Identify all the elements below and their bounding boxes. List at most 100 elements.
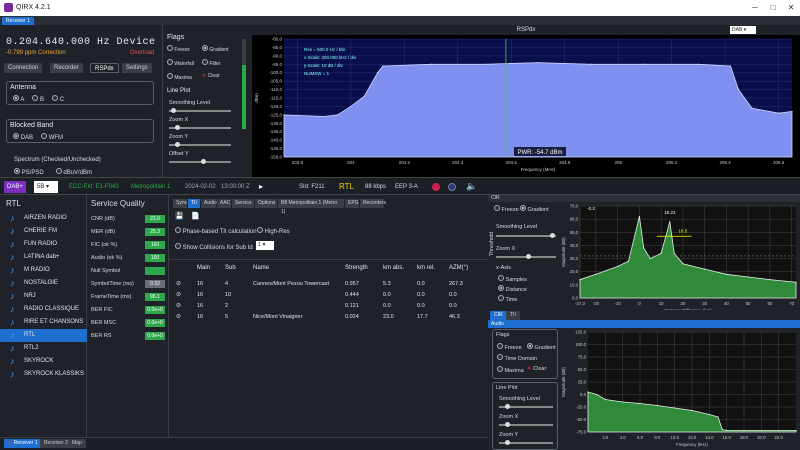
audio-gradient[interactable]: Gradient — [527, 343, 556, 351]
row-check-icon[interactable]: ⊘ — [176, 302, 181, 309]
cir-gradient[interactable]: Gradient — [520, 205, 549, 213]
spectrum-mode-ps[interactable]: PS/PSD — [14, 168, 44, 176]
tii-tab[interactable]: TII — [188, 199, 200, 208]
tii-tab[interactable]: Service — [232, 199, 254, 208]
tii-col-header[interactable]: AZM(°) — [449, 265, 468, 271]
tii-col-header[interactable]: km abs. — [383, 265, 404, 271]
station-item[interactable]: ♪ NOSTALGIE — [0, 277, 87, 290]
ppm-correction[interactable]: -0.799 ppm Correction — [6, 50, 66, 56]
tii-col-header[interactable]: Strength — [345, 265, 368, 271]
cir-axis-time[interactable]: Time — [498, 295, 517, 303]
tii-col-header[interactable]: km rel. — [417, 265, 435, 271]
copy-icon[interactable]: 📄 — [191, 212, 201, 220]
station-item[interactable]: ♪ SKYROCK KLASSIKS — [0, 368, 87, 381]
spectrum-dropdown[interactable]: DAB ▾ — [730, 26, 756, 34]
audio-smoothing-slider[interactable] — [499, 404, 553, 409]
audio-zoomy-slider[interactable] — [499, 440, 553, 445]
tii-tab[interactable]: Sync — [173, 199, 187, 208]
tii-tab[interactable]: EPG — [345, 199, 359, 208]
row-check-icon[interactable]: ⊘ — [176, 313, 181, 320]
row-check-icon[interactable]: ⊘ — [176, 280, 181, 287]
tab-cir[interactable]: CIR — [490, 311, 507, 320]
flag-gradient[interactable]: Gradient — [202, 45, 237, 53]
station-item[interactable]: ♪ RTL — [0, 329, 87, 342]
audio-freeze[interactable]: Freeze — [497, 343, 522, 351]
row-check-icon[interactable]: ⊘ — [176, 291, 181, 298]
station-item[interactable]: ♪ RADIO CLASSIQUE — [0, 303, 87, 316]
stop-icon[interactable] — [448, 183, 456, 191]
flag-freeze[interactable]: Freeze — [167, 45, 202, 53]
flag-waterfall[interactable]: Waterfall — [167, 59, 202, 67]
channel-select[interactable]: 5B ▾ — [34, 181, 58, 193]
tab-receiver-1[interactable]: Receiver 1 — [2, 17, 34, 25]
tab-settings[interactable]: Settings — [122, 63, 152, 73]
tii-tab[interactable]: AAC — [217, 199, 231, 208]
station-item[interactable]: ♪ RIRE ET CHANSONS — [0, 316, 87, 329]
station-item[interactable]: ♪ AIRZEN RADIO — [0, 212, 87, 225]
collisions-option[interactable]: Show Collisions for Sub Id — [175, 243, 253, 251]
antenna-option-a[interactable]: A — [13, 95, 24, 103]
station-item[interactable]: ♪ SKYROCK — [0, 355, 87, 368]
tii-col-header[interactable]: Main — [197, 265, 210, 271]
blocked-band-dab[interactable]: DAB — [13, 133, 33, 141]
cir-smoothing-slider[interactable] — [496, 233, 556, 238]
cir-chart[interactable]: 70,0 60,0 50,0 40,0 30,0 20,0 10,0 0,0-27,3 -20 -… — [560, 202, 800, 310]
station-item[interactable]: ♪ CHERIE FM — [0, 225, 87, 238]
antenna-option-b[interactable]: B — [32, 95, 44, 103]
x-tick-label: 10 — [659, 301, 664, 306]
flag-maxima[interactable]: Maxima — [167, 73, 202, 81]
station-item[interactable]: ♪ M RADIO — [0, 264, 87, 277]
highres-option[interactable]: High-Res — [257, 227, 290, 235]
x-tick-label: 4.0 — [620, 435, 627, 440]
phase-option[interactable]: Phase-based TII calculation — [175, 227, 257, 235]
x-tick-label: 2.0 — [602, 435, 609, 440]
maximize-button[interactable]: □ — [766, 2, 780, 14]
tii-col-header[interactable]: Name — [253, 265, 269, 271]
station-item[interactable]: ♪ LATINA dab+ — [0, 251, 87, 264]
flag-filter[interactable]: Filter — [202, 59, 237, 67]
station-item[interactable]: ♪ NRJ — [0, 290, 87, 303]
spectrum-chart[interactable]: -80,0 -85,0 -90,0 -95,0 -100,0 -105,0 -110,0 -1… — [252, 35, 800, 177]
speaker-icon[interactable]: 🔈 — [466, 181, 477, 192]
tab-connection[interactable]: Connection — [4, 63, 43, 73]
zoomy-slider[interactable] — [169, 142, 231, 147]
tii-tab[interactable]: Recorders — [360, 199, 386, 208]
cir-axis-distance[interactable]: Distance — [498, 285, 527, 293]
tab-recorder[interactable]: Recorder — [50, 63, 83, 73]
station-list-title: RTL — [6, 199, 21, 208]
tii-tab[interactable]: Audio — [201, 199, 217, 208]
mode-badge[interactable]: DAB+ — [4, 181, 26, 193]
collision-select[interactable]: 1 ▾ — [256, 241, 274, 250]
spectrum-mode-dbuv[interactable]: dBuV/dBm — [55, 168, 92, 176]
tab-rspdx[interactable]: RSPdx — [90, 63, 119, 73]
audio-zoomx-slider[interactable] — [499, 422, 553, 427]
record-icon[interactable] — [432, 183, 440, 191]
prev-button[interactable]: ▸ — [256, 181, 266, 193]
cir-freeze[interactable]: Freeze — [494, 205, 519, 213]
audio-clear[interactable]: ✕ Clear — [527, 366, 546, 372]
minimize-button[interactable]: ─ — [748, 2, 762, 14]
audio-time-domain[interactable]: Time Domain — [497, 354, 537, 362]
audio-maxima[interactable]: Maxima — [497, 366, 524, 374]
tab-bottom-map[interactable]: Map — [68, 439, 86, 448]
tii-col-header[interactable]: Sub — [225, 265, 236, 271]
offsety-slider[interactable] — [169, 159, 231, 164]
station-item[interactable]: ♪ FUN RADIO — [0, 238, 87, 251]
flag-clear[interactable]: ✕ Clear — [202, 73, 237, 81]
save-icon[interactable]: 💾 — [175, 212, 185, 220]
cir-zoomx-slider[interactable] — [496, 254, 556, 259]
cir-axis-samples[interactable]: Samples — [498, 275, 527, 283]
smoothing-slider[interactable] — [169, 108, 231, 113]
y-tick-label: -50.0 — [576, 417, 586, 422]
audio-chart[interactable]: 125.0 100.0 75.0 50.0 25.0 0.0 -25.0 -50.0 -75.0… — [560, 328, 800, 450]
tab-bottom-receiver-1[interactable]: ✕ Receiver 1 — [4, 439, 42, 448]
zoomx-slider[interactable] — [169, 125, 231, 130]
blocked-band-wfm[interactable]: WFM — [41, 133, 63, 141]
antenna-option-c[interactable]: C — [52, 95, 64, 103]
station-item[interactable]: ♪ RTL2 — [0, 342, 87, 355]
data-point — [725, 273, 727, 275]
tii-tab[interactable]: B8 Metropolitain 1 (Metro 1) — [278, 199, 344, 215]
tii-tab[interactable]: Options — [255, 199, 277, 208]
tab-tii-cir[interactable]: TII — [506, 311, 520, 320]
close-button[interactable]: ✕ — [784, 2, 798, 14]
